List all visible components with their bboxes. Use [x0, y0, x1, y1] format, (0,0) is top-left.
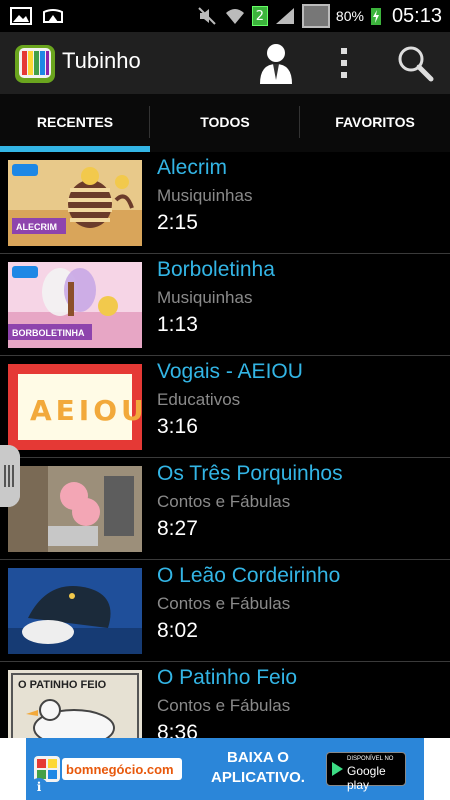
video-title[interactable]: Os Três Porquinhos [157, 462, 343, 486]
video-category: Educativos [157, 390, 241, 409]
ad-brand: bomnegócio.com [66, 762, 174, 777]
video-duration: 8:36 [157, 721, 198, 738]
list-item[interactable]: Os Três Porquinhos Contos e Fábulas 8:27 [0, 458, 450, 560]
user-icon[interactable] [258, 42, 294, 84]
charging-battery-icon [370, 8, 381, 25]
app-title: Tubinho [62, 48, 141, 73]
thumbnail-label: O PATINHO FEIO [18, 679, 107, 691]
ad-banner[interactable]: bomnegócio.com BAIXA O APLICATIVO. DISPO… [0, 738, 450, 800]
video-title[interactable]: Borboletinha [157, 258, 275, 282]
ad-text-line2: APLICATIVO. [211, 769, 305, 786]
video-title[interactable]: O Patinho Feio [157, 666, 297, 690]
store-small-text: DISPONÍVEL NO [347, 756, 394, 762]
video-category: Musiquinhas [157, 288, 253, 307]
action-bar: Tubinho [0, 32, 450, 94]
signal-icon [275, 8, 294, 24]
video-title[interactable]: Alecrim [157, 156, 227, 180]
video-title[interactable]: Vogais - AEIOU [157, 360, 303, 384]
video-title[interactable]: O Leão Cordeirinho [157, 564, 340, 588]
clock: 05:13 [391, 4, 442, 27]
mute-icon [198, 7, 216, 25]
thumbnail-label: AEIOU [30, 394, 142, 427]
battery-icon [301, 4, 330, 28]
bomnegocio-logo: bomnegócio.com [34, 756, 182, 782]
video-duration: 3:16 [157, 415, 198, 438]
store-big-text: Google play [347, 764, 386, 792]
search-icon[interactable] [396, 44, 434, 82]
list-item[interactable]: ALECRIM Alecrim Musiquinhas 2:15 [0, 152, 450, 254]
list-item[interactable]: AEIOU Vogais - AEIOU Educativos 3:16 [0, 356, 450, 458]
battery-percent: 80% [335, 8, 364, 24]
list-item[interactable]: O Leão Cordeirinho Contos e Fábulas 8:02 [0, 560, 450, 662]
ad-info-icon[interactable]: i [30, 778, 48, 796]
video-list[interactable]: ALECRIM Alecrim Musiquinhas 2:15 BORBOLE… [0, 152, 450, 738]
play-store-icon [332, 762, 343, 776]
cloud-icon [43, 9, 63, 23]
list-item[interactable]: O PATINHO FEIO O Patinho Feio Contos e F… [0, 662, 450, 738]
drawer-handle-icon[interactable] [0, 445, 20, 507]
video-category: Musiquinhas [157, 186, 253, 205]
video-category: Contos e Fábulas [157, 594, 291, 613]
ad-content[interactable]: bomnegócio.com BAIXA O APLICATIVO. DISPO… [26, 738, 424, 800]
video-thumbnail[interactable]: ALECRIM [8, 160, 142, 246]
app-logo-icon[interactable] [14, 42, 56, 84]
video-duration: 1:13 [157, 313, 198, 336]
overflow-menu-icon[interactable] [336, 46, 352, 80]
wifi-icon [225, 9, 244, 24]
sim-badge-icon: 2 [251, 6, 268, 26]
tab-favoritos[interactable]: FAVORITOS [300, 94, 450, 152]
video-duration: 2:15 [157, 211, 198, 234]
ad-call-to-action: BAIXA O APLICATIVO. [198, 748, 318, 788]
video-thumbnail[interactable]: AEIOU [8, 364, 142, 450]
tab-bar: RECENTES TODOS FAVORITOS [0, 94, 450, 152]
thumbnail-label: ALECRIM [16, 222, 57, 232]
image-icon [10, 7, 32, 25]
list-item[interactable]: BORBOLETINHA Borboletinha Musiquinhas 1:… [0, 254, 450, 356]
status-bar: 2 80% 05:13 [0, 0, 450, 32]
thumbnail-label: BORBOLETINHA [12, 328, 85, 338]
tab-recentes[interactable]: RECENTES [0, 94, 150, 152]
google-play-badge[interactable]: DISPONÍVEL NO Google play [326, 752, 406, 792]
video-thumbnail[interactable]: BORBOLETINHA [8, 262, 142, 348]
ad-text-line1: BAIXA O [227, 749, 289, 766]
video-category: Contos e Fábulas [157, 492, 291, 511]
video-category: Contos e Fábulas [157, 696, 291, 715]
tab-todos[interactable]: TODOS [150, 94, 300, 152]
video-duration: 8:02 [157, 619, 198, 642]
video-thumbnail[interactable] [8, 466, 142, 552]
video-thumbnail[interactable] [8, 568, 142, 654]
video-thumbnail[interactable]: O PATINHO FEIO [8, 670, 142, 738]
video-duration: 8:27 [157, 517, 198, 540]
